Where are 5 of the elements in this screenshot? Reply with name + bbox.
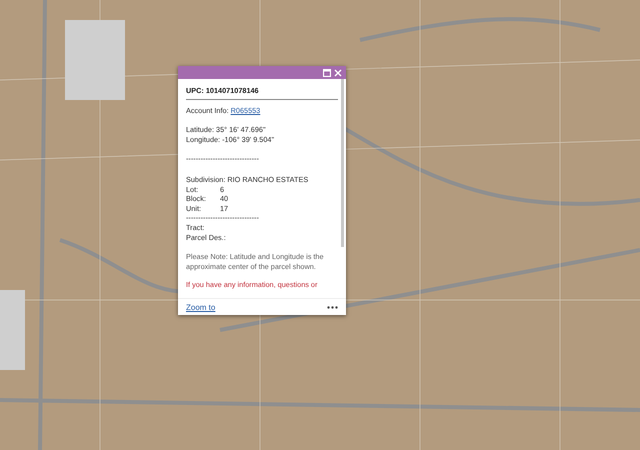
close-icon[interactable] <box>334 68 342 76</box>
more-icon[interactable] <box>327 306 338 308</box>
scrollbar[interactable] <box>341 79 344 247</box>
zoom-to-link[interactable]: Zoom to <box>186 302 216 312</box>
maximize-icon[interactable] <box>323 68 331 76</box>
